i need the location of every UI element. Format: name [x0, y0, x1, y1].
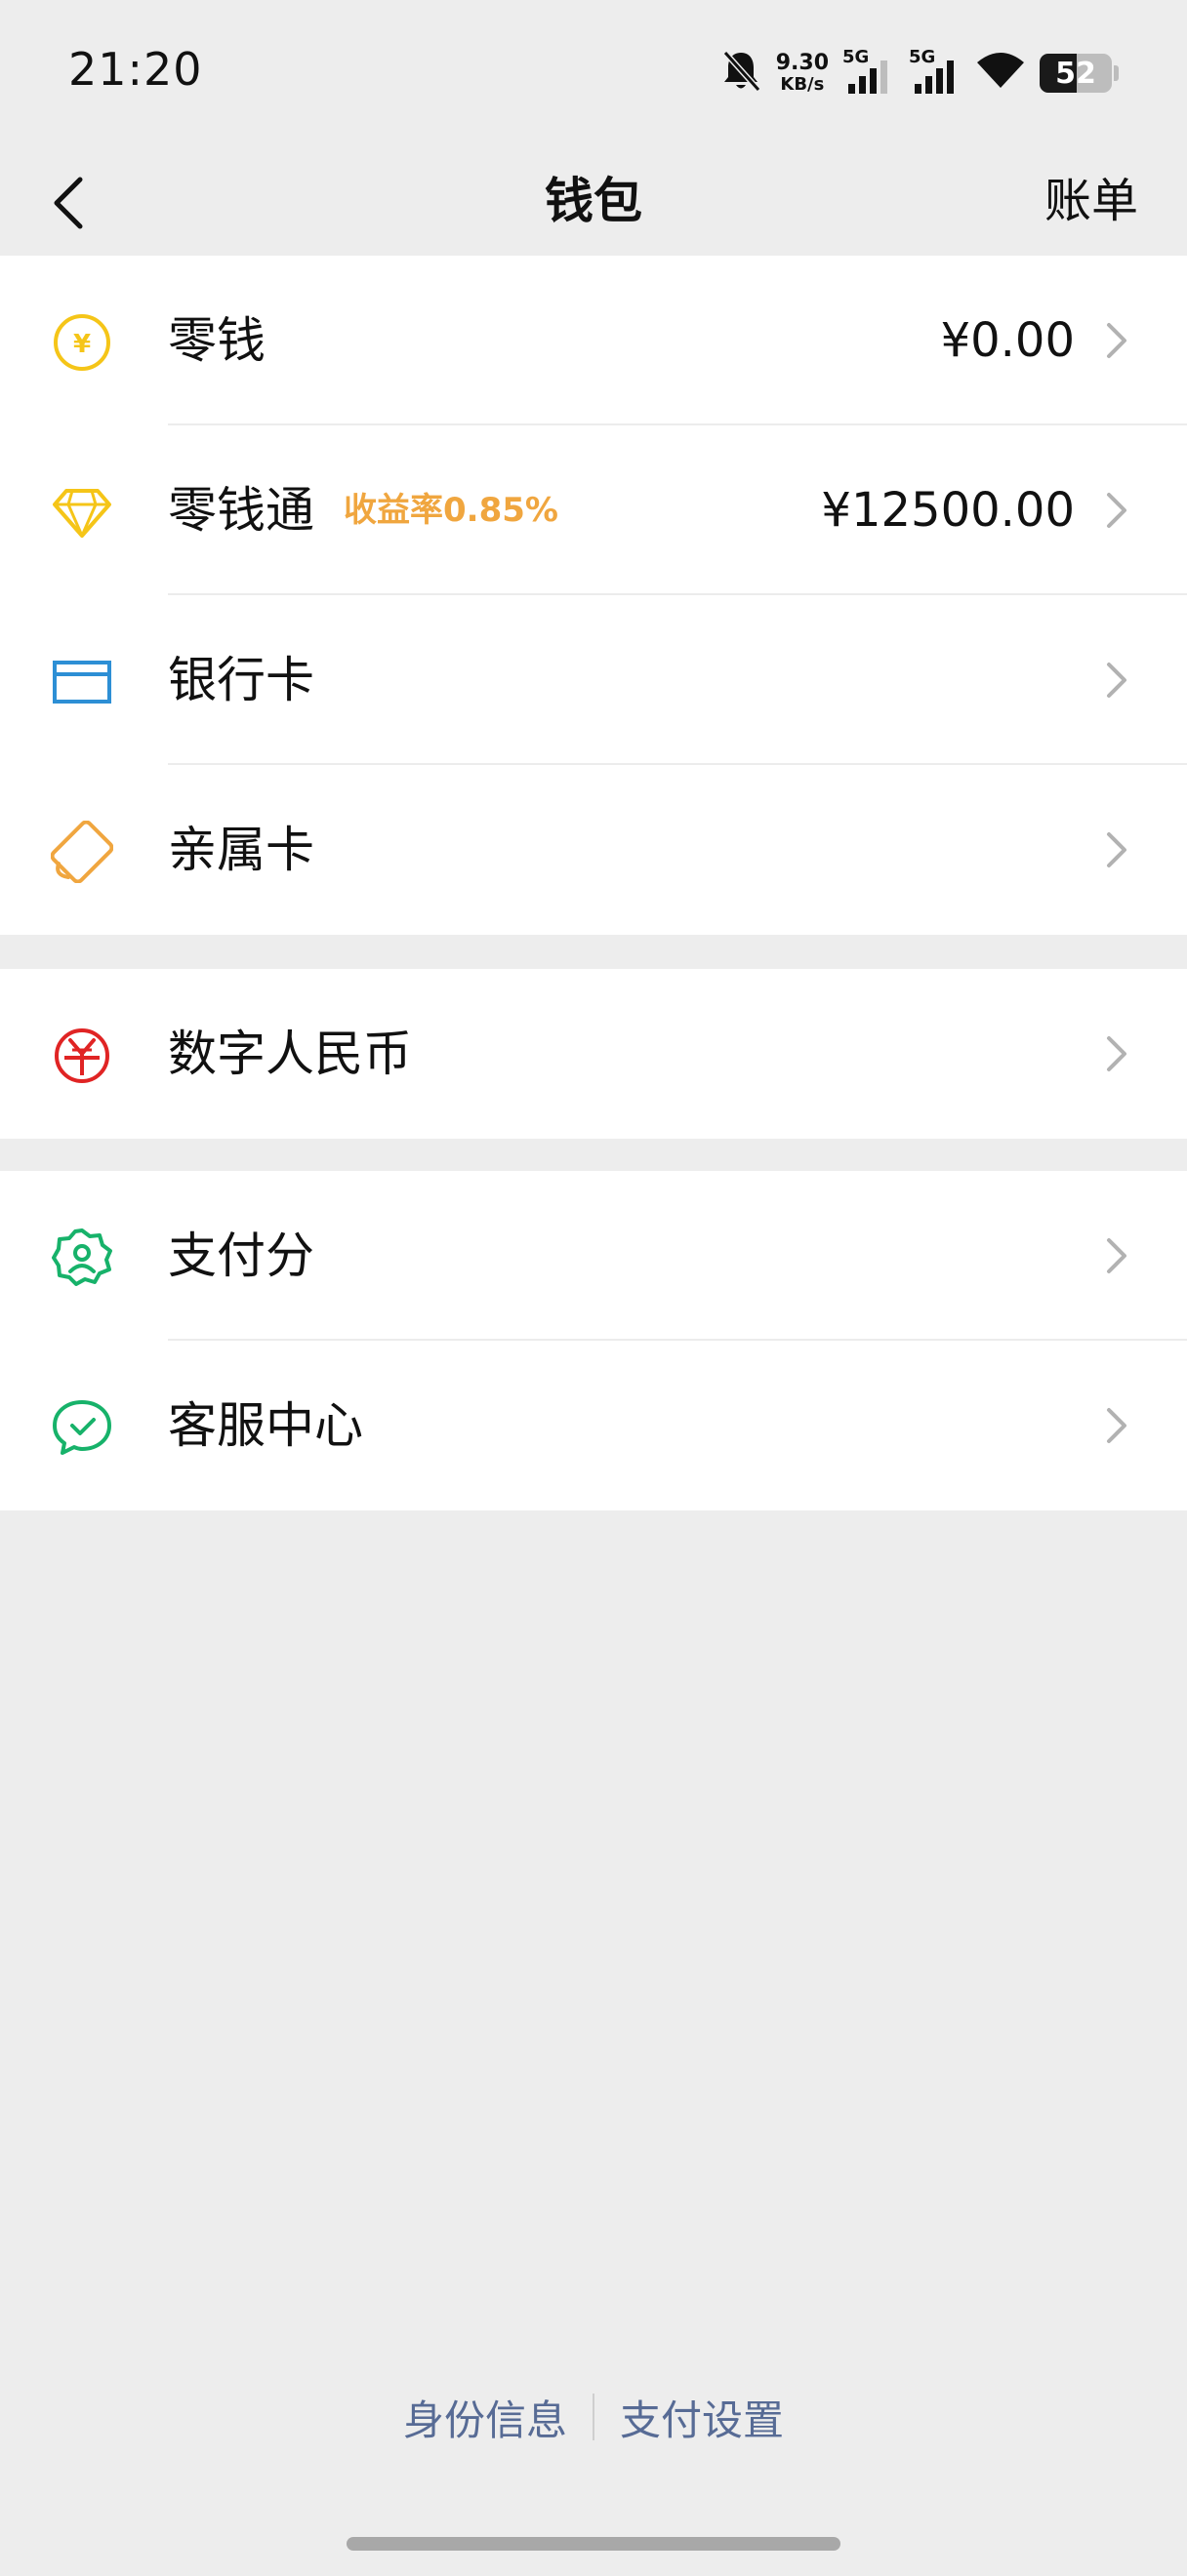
family-card-icon	[50, 820, 114, 884]
back-button[interactable]	[29, 164, 107, 242]
net-speed-unit: KB/s	[780, 74, 825, 95]
lingqiantong-balance: ¥12500.00	[821, 483, 1075, 538]
chevron-right-icon	[1107, 1238, 1126, 1273]
chevron-right-icon	[1107, 493, 1126, 528]
footer-links: 身份信息 支付设置	[0, 2383, 1187, 2451]
yuan-coin-icon: ¥	[51, 311, 113, 374]
battery-icon: 52	[1040, 54, 1112, 93]
bill-button[interactable]: 账单	[1044, 146, 1138, 256]
wifi-icon	[975, 51, 1026, 96]
network-speed: 9.30 KB/s	[776, 53, 829, 94]
bank-card-icon	[51, 651, 113, 713]
payment-settings-link[interactable]: 支付设置	[594, 2388, 809, 2447]
chevron-right-icon	[1107, 832, 1126, 867]
nav-bar: 钱包 账单	[0, 146, 1187, 256]
wallet-section-digital-rmb: 数字人民币	[0, 969, 1187, 1139]
wallet-item-customer-service[interactable]: 客服中心	[0, 1341, 1187, 1510]
net-speed-value: 9.30	[775, 51, 829, 75]
wallet-item-label: 亲属卡	[168, 822, 314, 878]
wallet-item-family-card[interactable]: 亲属卡	[0, 765, 1187, 935]
wallet-item-pay-score[interactable]: 支付分	[0, 1171, 1187, 1341]
battery-level: 52	[1055, 56, 1096, 91]
yield-rate-badge: 收益率0.85%	[344, 491, 558, 530]
battery-cap	[1114, 65, 1119, 81]
customer-service-icon	[51, 1396, 113, 1459]
status-icons: 9.30 KB/s 5G 5G 52	[719, 47, 1119, 100]
wallet-item-change[interactable]: ¥ 零钱 ¥0.00	[0, 256, 1187, 425]
wallet-item-label: 支付分	[168, 1228, 314, 1284]
chevron-right-icon	[1107, 323, 1126, 358]
wallet-item-bank-card[interactable]: 银行卡	[0, 595, 1187, 765]
identity-info-link[interactable]: 身份信息	[378, 2388, 593, 2447]
status-bar: 21:20 9.30 KB/s 5G 5G 52	[0, 0, 1187, 146]
wallet-item-label: 零钱	[168, 312, 266, 369]
wallet-item-label: 数字人民币	[168, 1026, 412, 1082]
home-indicator[interactable]	[347, 2537, 840, 2551]
wallet-item-label: 银行卡	[168, 652, 314, 708]
pay-score-icon	[51, 1227, 113, 1289]
chevron-right-icon	[1107, 1408, 1126, 1443]
svg-text:¥: ¥	[73, 330, 91, 359]
wallet-item-label: 零钱通	[168, 482, 314, 539]
wallet-section-balance: ¥ 零钱 ¥0.00 零钱通 收益率0.85% ¥12500.00 银行卡 亲属…	[0, 256, 1187, 935]
page-title: 钱包	[545, 173, 642, 229]
chevron-right-icon	[1107, 1036, 1126, 1071]
change-balance: ¥0.00	[940, 313, 1075, 368]
wallet-item-label: 客服中心	[168, 1397, 363, 1454]
status-time: 21:20	[68, 43, 203, 96]
wallet-item-digital-rmb[interactable]: 数字人民币	[0, 969, 1187, 1139]
diamond-icon	[51, 481, 113, 543]
signal-sim2-icon: 5G	[909, 49, 962, 98]
digital-rmb-icon	[51, 1025, 113, 1087]
mute-bell-icon	[719, 49, 762, 98]
wallet-section-services: 支付分 客服中心	[0, 1171, 1187, 1510]
signal-sim1-icon: 5G	[842, 49, 895, 98]
chevron-left-icon	[54, 177, 83, 229]
chevron-right-icon	[1107, 663, 1126, 698]
wallet-item-lingqiantong[interactable]: 零钱通 收益率0.85% ¥12500.00	[0, 425, 1187, 595]
